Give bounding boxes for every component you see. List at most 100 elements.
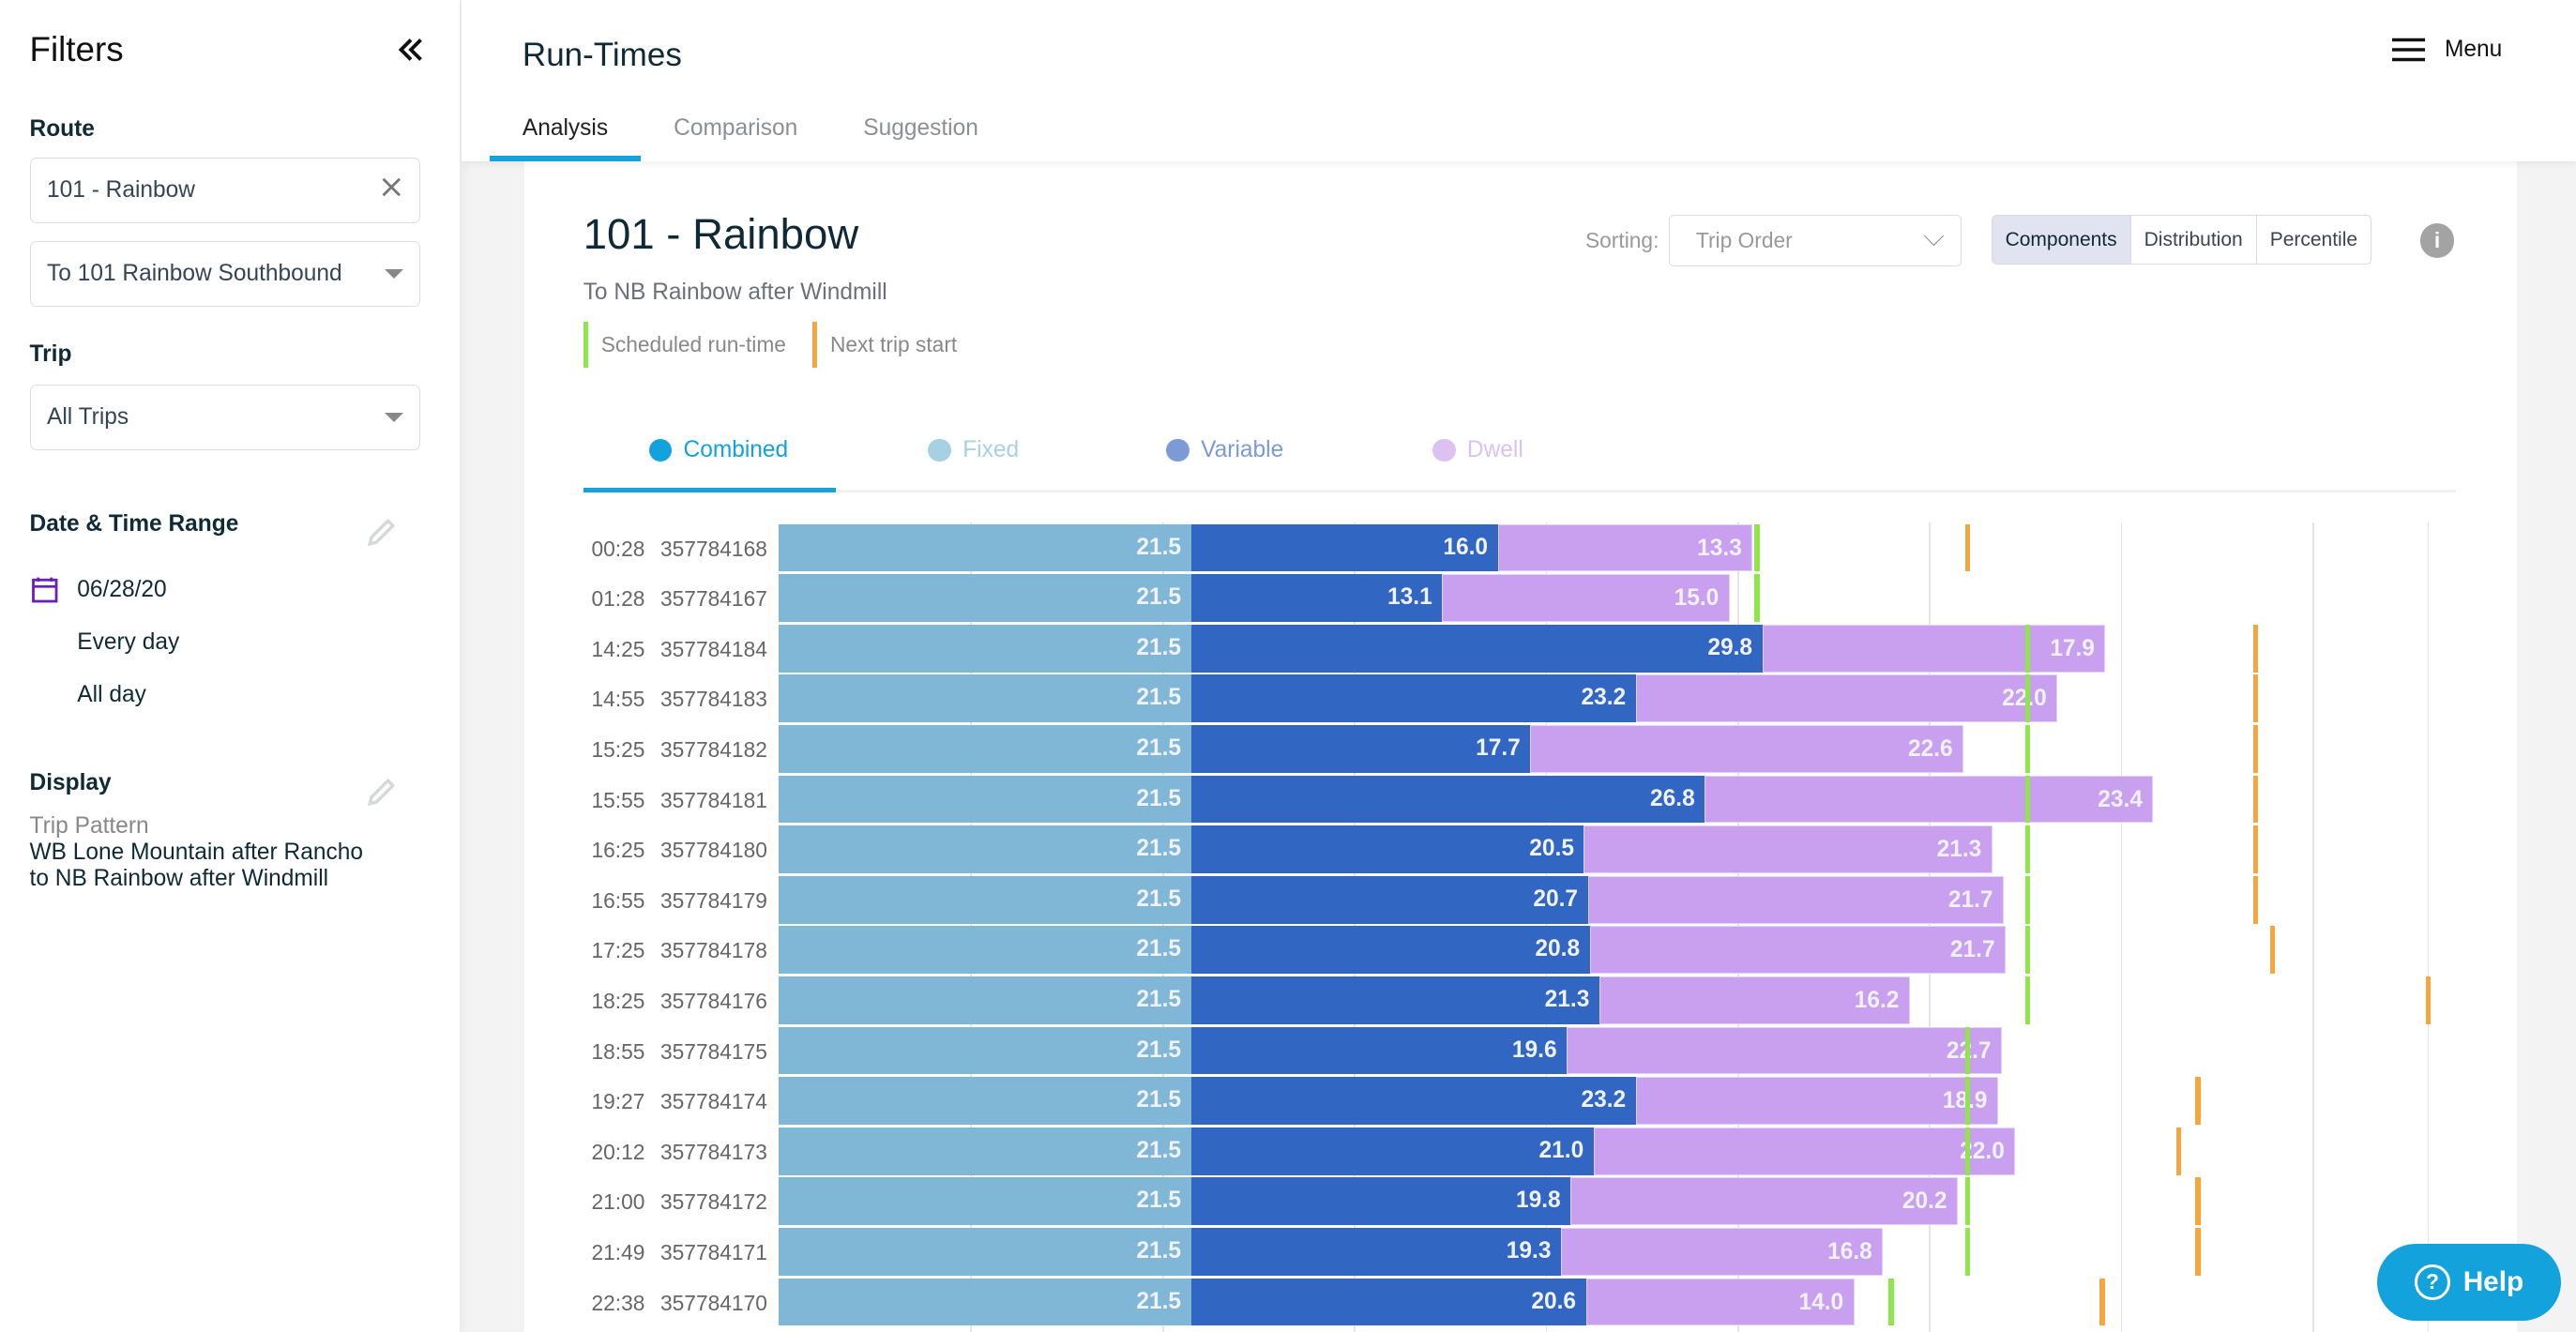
variable-bar[interactable]: 29.8 [1190,624,1763,673]
variable-bar[interactable]: 19.3 [1190,1227,1561,1276]
chart-row[interactable]: 15:55 357784181 21.5 26.8 23.4 [524,775,2517,825]
variable-bar[interactable]: 26.8 [1190,775,1705,824]
dwell-bar[interactable]: 16.8 [1560,1227,1884,1276]
dwell-bar[interactable]: 22.7 [1567,1026,2003,1075]
dwell-bar[interactable]: 20.2 [1570,1177,1958,1226]
fixed-bar[interactable]: 21.5 [779,976,1191,1024]
tab-dwell[interactable]: Dwell [1432,427,1523,473]
tab-comparison[interactable]: Comparison [641,98,830,161]
variable-bar[interactable]: 20.7 [1190,875,1588,924]
fixed-bar[interactable]: 21.5 [779,875,1191,924]
fixed-bar[interactable]: 21.5 [779,523,1191,572]
scheduled-runtime-marker [1965,1177,1971,1226]
chart-row[interactable]: 14:25 357784184 21.5 29.8 17.9 [524,624,2517,674]
variable-bar[interactable]: 20.5 [1190,825,1584,873]
sorting-select[interactable]: Trip Order [1668,215,1962,266]
fixed-bar[interactable]: 21.5 [779,775,1191,824]
dwell-bar[interactable]: 21.7 [1589,926,2007,975]
route-input[interactable]: 101 - Rainbow [29,158,421,224]
chart-row[interactable]: 16:55 357784179 21.5 20.7 21.7 [524,875,2517,926]
clear-icon[interactable] [380,175,403,205]
legend-next-trip-label: Next trip start [829,332,958,357]
dwell-bar[interactable]: 15.0 [1442,574,1730,623]
double-chevron-left-icon [398,38,422,61]
variable-bar[interactable]: 23.2 [1190,674,1636,723]
tab-analysis[interactable]: Analysis [489,98,642,161]
variable-bar[interactable]: 19.8 [1190,1177,1571,1226]
chart-row[interactable]: 21:00 357784172 21.5 19.8 20.2 [524,1177,2517,1227]
view-percentile-button[interactable]: Percentile [2255,216,2371,265]
row-time-label: 15:55 [591,787,645,812]
row-trip-id: 357784180 [660,838,767,863]
next-trip-start-marker [2252,875,2258,924]
row-time-label: 20:12 [591,1139,645,1164]
chart-row[interactable]: 17:25 357784178 21.5 20.8 21.7 [524,926,2517,976]
fixed-bar[interactable]: 21.5 [779,1227,1191,1276]
chart-row[interactable]: 19:27 357784174 21.523.218.9 [524,1077,2517,1127]
dwell-bar[interactable]: 13.3 [1497,523,1753,572]
question-icon: ? [2415,1264,2450,1300]
trip-pattern-line2: to NB Rainbow after Windmill [29,865,329,891]
chart-row[interactable]: 21:49 357784171 21.5 19.3 16.8 [524,1227,2517,1278]
chart-row[interactable]: 18:25 357784176 21.5 21.3 16.2 [524,976,2517,1026]
dwell-bar[interactable]: 21.7 [1587,875,2005,924]
dwell-bar[interactable]: 14.0 [1585,1278,1855,1326]
dwell-bar[interactable]: 17.9 [1762,624,2106,673]
fixed-bar[interactable]: 21.5 [779,825,1191,873]
chart-row[interactable]: 00:28 357784168 21.5 16.0 13.3 [524,523,2517,574]
fixed-bar[interactable]: 21.5 [779,926,1191,975]
variable-bar[interactable]: 21.3 [1190,976,1599,1024]
scheduled-runtime-marker [1754,523,1760,572]
fixed-bar[interactable]: 21.5 [779,1077,1191,1125]
view-distribution-button[interactable]: Distribution [2129,216,2256,265]
chart-row[interactable]: 14:55 357784183 21.523.222.0 [524,674,2517,724]
tab-fixed[interactable]: Fixed [928,427,1019,473]
variable-bar[interactable]: 17.7 [1190,725,1531,773]
tab-variable[interactable]: Variable [1166,427,1283,473]
variable-bar[interactable]: 16.0 [1190,523,1498,572]
fixed-bar[interactable]: 21.5 [779,1177,1191,1226]
help-button[interactable]: ? Help [2377,1243,2562,1322]
variable-bar[interactable]: 20.6 [1190,1278,1586,1326]
dwell-bar[interactable]: 22.0 [1635,674,2058,723]
fixed-bar[interactable]: 21.5 [779,674,1191,723]
row-time-label: 00:28 [591,536,645,561]
next-trip-start-marker [2252,725,2258,773]
collapse-sidebar-button[interactable] [391,30,431,69]
variable-bar[interactable]: 21.0 [1190,1127,1594,1175]
variable-bar[interactable]: 20.8 [1190,926,1590,975]
view-components-button[interactable]: Components [1992,216,2130,265]
fixed-bar[interactable]: 21.5 [779,1127,1191,1175]
menu-button[interactable]: Menu [2391,37,2502,63]
row-trip-id: 357784181 [660,787,767,812]
direction-select[interactable]: To 101 Rainbow Southbound [29,241,421,308]
fixed-bar[interactable]: 21.5 [779,574,1191,623]
tab-suggestion[interactable]: Suggestion [830,98,1011,161]
fixed-bar[interactable]: 21.5 [779,725,1191,773]
tab-combined[interactable]: Combined [648,427,788,473]
chart-row[interactable]: 22:38 357784170 21.5 20.6 14.0 [524,1278,2517,1328]
info-icon[interactable]: i [2419,223,2455,258]
direction-value: To 101 Rainbow Southbound [47,261,342,287]
dwell-bar[interactable]: 23.4 [1705,775,2154,824]
variable-bar[interactable]: 13.1 [1190,574,1443,623]
chart-row[interactable]: 18:55 357784175 21.519.622.7 [524,1026,2517,1077]
variable-bar[interactable]: 19.6 [1190,1026,1568,1075]
fixed-bar[interactable]: 21.5 [779,1278,1191,1326]
chart-row[interactable]: 15:25 357784182 21.5 17.7 22.6 [524,725,2517,775]
dwell-bar[interactable]: 22.6 [1530,725,1964,773]
variable-bar[interactable]: 23.2 [1190,1077,1636,1125]
dwell-bar[interactable]: 22.0 [1593,1127,2016,1175]
dwell-bar[interactable]: 16.2 [1599,976,1910,1024]
edit-display-button[interactable] [365,776,398,809]
dwell-bar[interactable]: 18.9 [1635,1077,1998,1125]
chart-row[interactable]: 01:28 357784167 21.5 13.1 15.0 [524,574,2517,624]
fixed-bar[interactable]: 21.5 [779,624,1191,673]
edit-date-button[interactable] [365,516,398,549]
chart-row[interactable]: 16:25 357784180 21.5 20.5 21.3 [524,825,2517,875]
dwell-bar[interactable]: 21.3 [1583,825,1993,873]
chart-row[interactable]: 20:12 357784173 21.5 21.0 22.0 [524,1127,2517,1177]
row-time-label: 14:55 [591,687,645,712]
fixed-bar[interactable]: 21.5 [779,1026,1191,1075]
trip-select[interactable]: All Trips [29,384,421,450]
